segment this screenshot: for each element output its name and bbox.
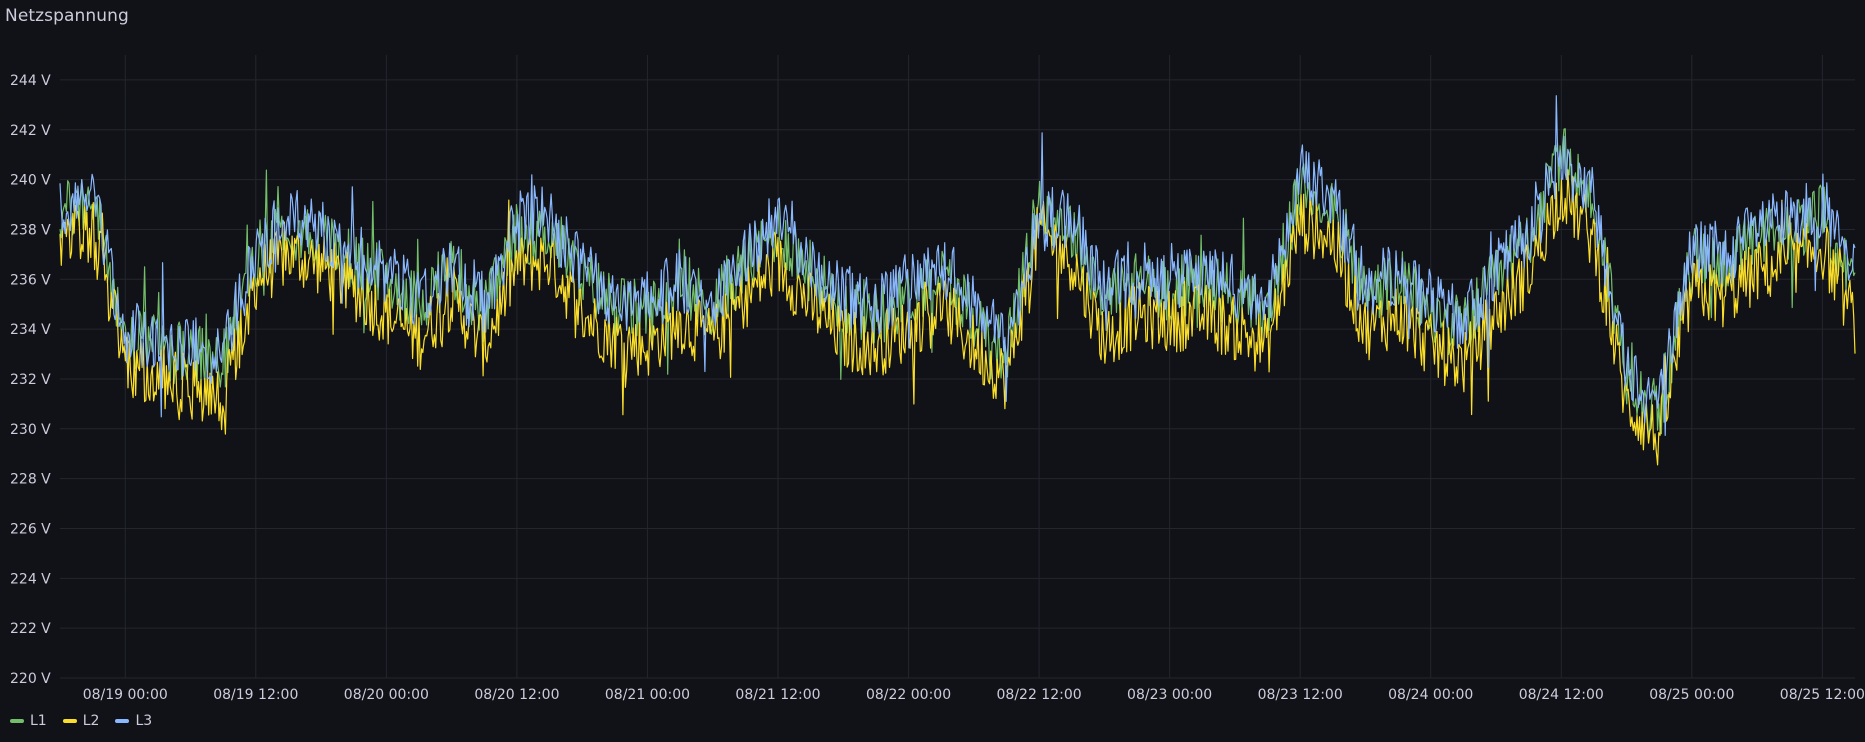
y-tick-label: 238 V bbox=[10, 222, 51, 238]
series-lines bbox=[59, 95, 1856, 466]
grid bbox=[60, 55, 1855, 679]
x-tick-label: 08/25 12:00 bbox=[1780, 687, 1865, 703]
x-tick-label: 08/19 00:00 bbox=[83, 687, 168, 703]
y-tick-label: 232 V bbox=[10, 372, 51, 388]
x-tick-label: 08/23 12:00 bbox=[1258, 687, 1343, 703]
x-tick-label: 08/20 12:00 bbox=[474, 687, 559, 703]
y-tick-label: 242 V bbox=[10, 123, 51, 139]
y-tick-label: 230 V bbox=[10, 422, 51, 438]
y-tick-label: 226 V bbox=[10, 521, 51, 537]
panel: Netzspannung 220 V 222 V 224 V 226 V 228 V 23… bbox=[0, 0, 1865, 742]
legend-item-l1[interactable]: L1 bbox=[10, 713, 47, 729]
x-tick-label: 08/21 00:00 bbox=[605, 687, 690, 703]
legend-item-l2[interactable]: L2 bbox=[62, 713, 100, 729]
line-chart[interactable]: 220 V 222 V 224 V 226 V 228 V 230 V 232 V 234 V… bbox=[0, 0, 1865, 742]
legend-item-l3[interactable]: L3 bbox=[115, 713, 152, 729]
y-tick-label: 224 V bbox=[10, 571, 51, 587]
x-tick-label: 08/20 00:00 bbox=[344, 687, 429, 703]
x-tick-label: 08/22 12:00 bbox=[997, 687, 1082, 703]
y-tick-label: 220 V bbox=[10, 671, 51, 687]
series-line-l2[interactable] bbox=[59, 169, 1856, 466]
legend-swatch-l3 bbox=[115, 719, 130, 723]
legend-label-l2: L2 bbox=[82, 713, 100, 729]
y-axis: 220 V 222 V 224 V 226 V 228 V 230 V 232 V 234 V… bbox=[10, 73, 51, 687]
y-tick-label: 240 V bbox=[10, 173, 51, 189]
x-tick-label: 08/19 12:00 bbox=[213, 687, 298, 703]
x-tick-label: 08/23 00:00 bbox=[1127, 687, 1212, 703]
x-tick-label: 08/24 12:00 bbox=[1519, 687, 1604, 703]
y-tick-label: 236 V bbox=[10, 272, 51, 288]
y-tick-label: 234 V bbox=[10, 322, 51, 338]
legend-label-l1: L1 bbox=[30, 713, 47, 729]
legend-label-l3: L3 bbox=[135, 713, 153, 729]
x-tick-label: 08/21 12:00 bbox=[735, 687, 820, 703]
x-axis: 08/19 00:00 08/19 12:00 08/20 00:00 08/20 1… bbox=[83, 687, 1865, 703]
y-tick-label: 222 V bbox=[10, 621, 51, 637]
legend-swatch-l2 bbox=[62, 719, 77, 723]
x-tick-label: 08/24 00:00 bbox=[1388, 687, 1473, 703]
y-tick-label: 244 V bbox=[10, 73, 51, 89]
x-tick-label: 08/25 00:00 bbox=[1649, 687, 1734, 703]
x-tick-label: 08/22 00:00 bbox=[866, 687, 951, 703]
legend-swatch-l1 bbox=[10, 719, 24, 723]
legend: L1 L2 L3 bbox=[10, 713, 152, 729]
y-tick-label: 228 V bbox=[10, 472, 51, 488]
